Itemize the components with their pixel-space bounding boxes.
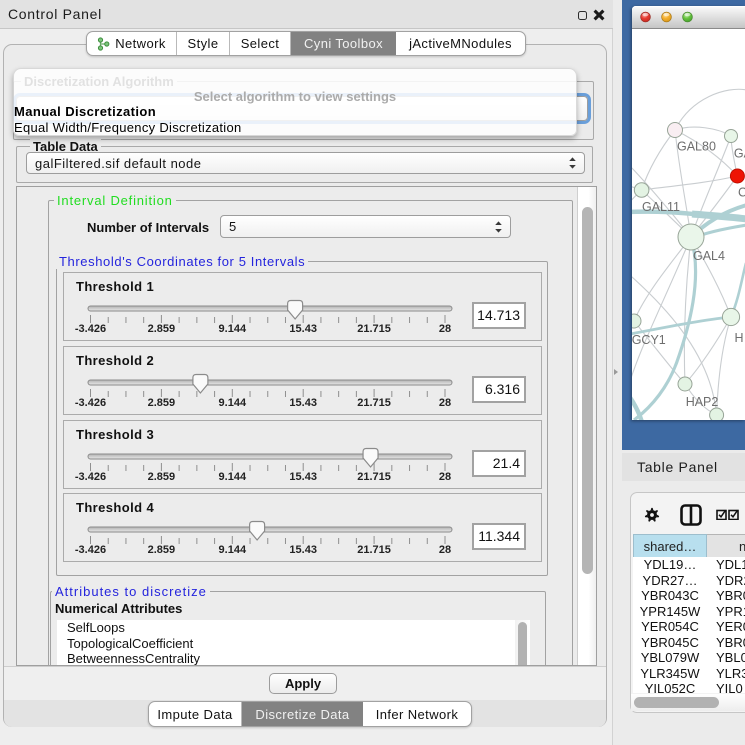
svg-text:15.43: 15.43 bbox=[289, 471, 317, 483]
svg-text:28: 28 bbox=[439, 323, 451, 335]
svg-text:9.144: 9.144 bbox=[219, 323, 247, 335]
svg-text:GAL80: GAL80 bbox=[677, 140, 716, 154]
svg-text:GCY1: GCY1 bbox=[632, 333, 666, 347]
svg-text:CY: CY bbox=[738, 186, 745, 200]
svg-text:GAL11: GAL11 bbox=[642, 200, 680, 214]
svg-text:GAL4: GAL4 bbox=[693, 249, 725, 263]
svg-text:-3.426: -3.426 bbox=[75, 397, 106, 409]
svg-text:15.43: 15.43 bbox=[289, 397, 317, 409]
svg-text:GA: GA bbox=[734, 147, 745, 161]
svg-text:2.859: 2.859 bbox=[148, 471, 176, 483]
svg-text:2.859: 2.859 bbox=[148, 544, 176, 556]
svg-text:-3.426: -3.426 bbox=[75, 471, 106, 483]
svg-text:-3.426: -3.426 bbox=[75, 323, 106, 335]
svg-text:15.43: 15.43 bbox=[289, 544, 317, 556]
svg-text:21.715: 21.715 bbox=[357, 397, 391, 409]
svg-text:9.144: 9.144 bbox=[219, 471, 247, 483]
svg-text:9.144: 9.144 bbox=[219, 397, 247, 409]
svg-text:21.715: 21.715 bbox=[357, 544, 391, 556]
svg-text:15.43: 15.43 bbox=[289, 323, 317, 335]
svg-text:21.715: 21.715 bbox=[357, 323, 391, 335]
svg-text:28: 28 bbox=[439, 397, 451, 409]
svg-text:21.715: 21.715 bbox=[357, 471, 391, 483]
svg-text:-3.426: -3.426 bbox=[75, 544, 106, 556]
svg-text:HAP2: HAP2 bbox=[686, 395, 719, 409]
svg-text:H: H bbox=[735, 331, 744, 345]
svg-text:28: 28 bbox=[439, 544, 451, 556]
svg-text:2.859: 2.859 bbox=[148, 397, 176, 409]
svg-text:28: 28 bbox=[439, 471, 451, 483]
svg-text:2.859: 2.859 bbox=[148, 323, 176, 335]
svg-text:9.144: 9.144 bbox=[219, 544, 247, 556]
